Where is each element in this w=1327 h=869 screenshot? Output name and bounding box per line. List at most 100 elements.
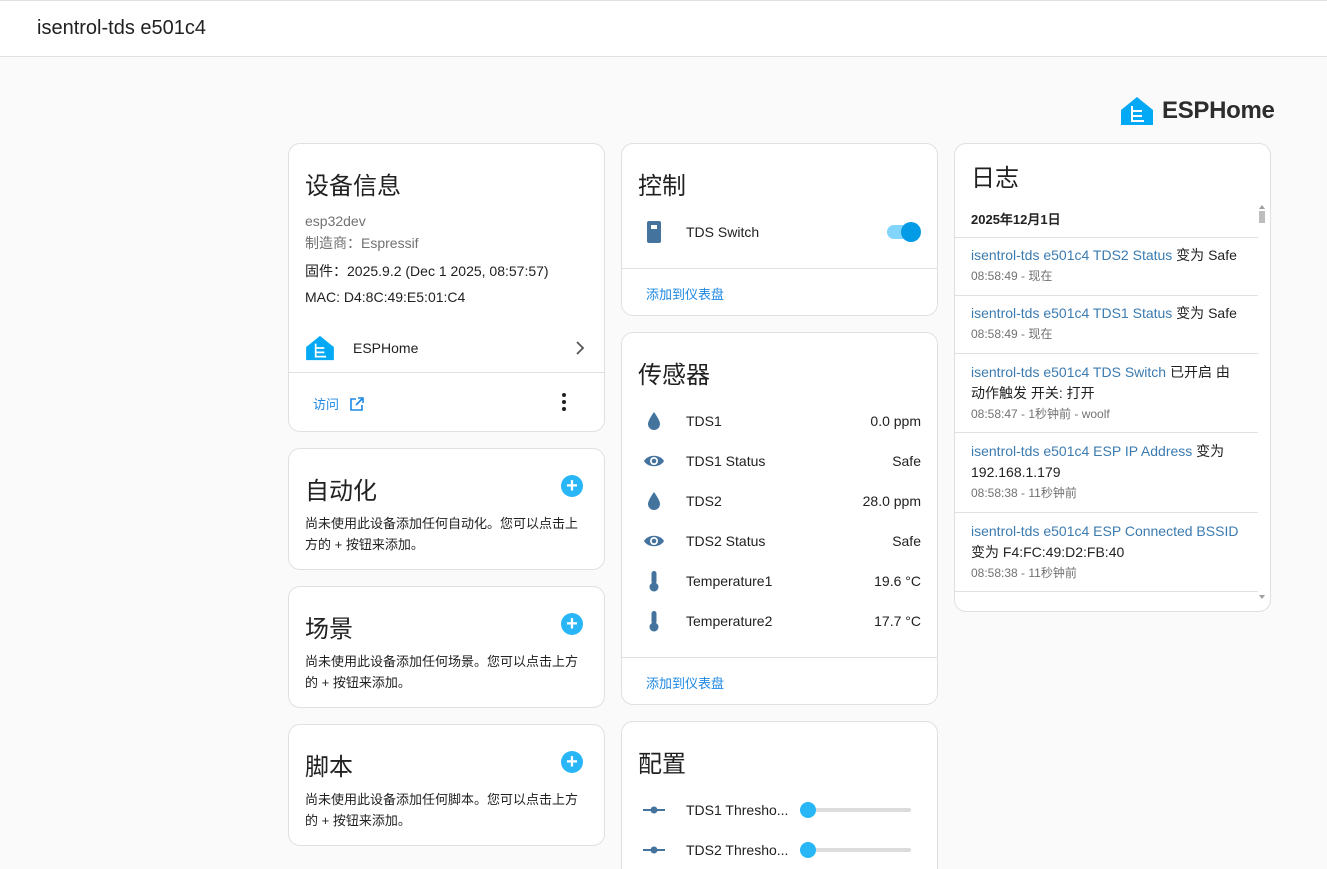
log-entry: isentrol-tds e501c4 TDS Switch 已开启 由动作触发… bbox=[955, 362, 1258, 423]
sensors-title: 传感器 bbox=[638, 362, 710, 389]
visit-label: 访问 bbox=[313, 397, 340, 412]
log-entry: isentrol-tds e501c4 ESP IP Address 变为 19… bbox=[955, 441, 1258, 502]
config-title: 配置 bbox=[638, 751, 686, 778]
sensor-name: TDS2 Status bbox=[686, 533, 766, 549]
sensor-name: TDS1 Status bbox=[686, 453, 766, 469]
log-entry: isentrol-tds e501c4 TDS1 Status 变为 Safe … bbox=[955, 303, 1258, 343]
config-name: TDS2 Thresho... bbox=[686, 842, 789, 858]
device-info-card: 设备信息 esp32dev 制造商：Espressif 固件：2025.9.2 … bbox=[288, 143, 605, 432]
integration-label: ESPHome bbox=[353, 340, 419, 356]
sensor-row[interactable]: Temperature2 17.7 °C bbox=[638, 601, 921, 641]
eye-icon bbox=[638, 534, 670, 548]
sensors-add-to-dashboard[interactable]: 添加到仪表盘 bbox=[646, 673, 724, 692]
log-time: 08:58:47 - 1秒钟前 - woolf bbox=[971, 407, 1110, 421]
sensor-row[interactable]: Temperature1 19.6 °C bbox=[638, 561, 921, 601]
switch-icon bbox=[638, 221, 670, 243]
device-manufacturer: 制造商：Espressif bbox=[305, 235, 419, 251]
log-entity-link[interactable]: isentrol-tds e501c4 TDS1 Status bbox=[971, 305, 1172, 321]
slider-icon bbox=[638, 806, 670, 814]
sensor-row[interactable]: TDS2 28.0 ppm bbox=[638, 481, 921, 521]
sensor-row[interactable]: TDS2 Status Safe bbox=[638, 521, 921, 561]
sensors-card: 传感器 TDS1 0.0 ppm TDS1 Status Safe TDS2 2… bbox=[621, 332, 938, 705]
automation-card: 自动化 + 尚未使用此设备添加任何自动化。您可以点击上方的 + 按钮来添加。 bbox=[288, 448, 605, 570]
log-entry: isentrol-tds e501c4 TDS2 Status 变为 Safe … bbox=[955, 245, 1258, 285]
slider-knob[interactable] bbox=[800, 842, 817, 858]
sensor-value: 17.7 °C bbox=[874, 613, 921, 629]
device-info-title: 设备信息 bbox=[305, 173, 401, 200]
slider-track bbox=[800, 842, 911, 858]
config-card: 配置 TDS1 Thresho... TDS2 Thresho... bbox=[621, 721, 938, 869]
sensor-value: 0.0 ppm bbox=[870, 413, 921, 429]
log-entity-link[interactable]: isentrol-tds e501c4 ESP IP Address bbox=[971, 443, 1192, 459]
logbook-card: 日志 2025年12月1日 isentrol-tds e501c4 TDS2 S… bbox=[954, 143, 1271, 612]
slider-icon bbox=[638, 846, 670, 854]
sensor-name: Temperature1 bbox=[686, 573, 773, 589]
script-card: 脚本 + 尚未使用此设备添加任何脚本。您可以点击上方的 + 按钮来添加。 bbox=[288, 724, 605, 846]
plus-icon: + bbox=[566, 613, 578, 635]
automation-title: 自动化 bbox=[305, 478, 377, 505]
plus-icon: + bbox=[566, 751, 578, 773]
sensor-row[interactable]: TDS1 0.0 ppm bbox=[638, 401, 921, 441]
sensor-name: TDS2 bbox=[686, 493, 722, 509]
scene-title: 场景 bbox=[305, 616, 353, 643]
automation-empty-text: 尚未使用此设备添加任何自动化。您可以点击上方的 + 按钮来添加。 bbox=[305, 516, 579, 552]
logbook-scrollbar[interactable] bbox=[1258, 204, 1266, 600]
esphome-house-icon bbox=[1121, 97, 1153, 125]
visit-link[interactable]: 访问 bbox=[313, 394, 365, 413]
eye-icon bbox=[638, 454, 670, 468]
sensor-value: 19.6 °C bbox=[874, 573, 921, 589]
config-row[interactable]: TDS1 Thresho... bbox=[638, 790, 921, 830]
config-name: TDS1 Thresho... bbox=[686, 802, 789, 818]
more-options-button[interactable] bbox=[559, 392, 569, 412]
sensor-row[interactable]: TDS1 Status Safe bbox=[638, 441, 921, 481]
slider-knob[interactable] bbox=[800, 802, 817, 818]
water-drop-icon bbox=[638, 411, 670, 431]
scene-empty-text: 尚未使用此设备添加任何场景。您可以点击上方的 + 按钮来添加。 bbox=[305, 654, 579, 690]
esphome-house-icon bbox=[306, 335, 334, 361]
config-row[interactable]: TDS2 Thresho... bbox=[638, 830, 921, 869]
log-time: 08:58:49 - 现在 bbox=[971, 269, 1053, 283]
scrollbar-thumb[interactable] bbox=[1259, 211, 1265, 223]
logbook-date: 2025年12月1日 bbox=[971, 212, 1061, 227]
add-script-button[interactable]: + bbox=[561, 751, 583, 773]
add-scene-button[interactable]: + bbox=[561, 613, 583, 635]
esphome-wordmark: ESPHome bbox=[1162, 97, 1275, 124]
log-time: 08:58:38 - 11秒钟前 bbox=[971, 566, 1077, 580]
thermometer-icon bbox=[638, 570, 670, 592]
device-firmware: 固件：2025.9.2 (Dec 1 2025, 08:57:57) bbox=[305, 263, 549, 279]
log-time: 08:58:38 - 11秒钟前 bbox=[971, 486, 1077, 500]
sensor-value: Safe bbox=[892, 453, 921, 469]
chevron-right-icon bbox=[576, 341, 585, 355]
thermometer-icon bbox=[638, 610, 670, 632]
control-row-tds-switch[interactable]: TDS Switch bbox=[638, 212, 921, 252]
controls-add-to-dashboard[interactable]: 添加到仪表盘 bbox=[646, 284, 724, 303]
tds1-threshold-slider[interactable] bbox=[800, 800, 921, 820]
log-message: 变为 Safe bbox=[1172, 247, 1237, 263]
more-vertical-icon bbox=[562, 393, 566, 411]
log-entity-link[interactable]: isentrol-tds e501c4 TDS2 Status bbox=[971, 247, 1172, 263]
device-model: esp32dev bbox=[305, 213, 366, 229]
water-drop-icon bbox=[638, 491, 670, 511]
scroll-down-arrow-icon bbox=[1259, 595, 1265, 599]
esphome-brand: ESPHome bbox=[1120, 96, 1275, 126]
control-name: TDS Switch bbox=[686, 224, 760, 240]
scroll-up-arrow-icon bbox=[1259, 205, 1265, 209]
tds2-threshold-slider[interactable] bbox=[800, 840, 921, 860]
scene-card: 场景 + 尚未使用此设备添加任何场景。您可以点击上方的 + 按钮来添加。 bbox=[288, 586, 605, 708]
log-entity-link[interactable]: isentrol-tds e501c4 TDS Switch bbox=[971, 364, 1166, 380]
plus-icon: + bbox=[566, 475, 578, 497]
controls-title: 控制 bbox=[638, 173, 686, 200]
logbook-title: 日志 bbox=[971, 165, 1019, 192]
slider-track bbox=[800, 802, 911, 818]
device-mac: MAC: D4:8C:49:E5:01:C4 bbox=[305, 289, 466, 305]
log-time: 08:58:49 - 现在 bbox=[971, 327, 1053, 341]
sensor-value: Safe bbox=[892, 533, 921, 549]
page-title: isentrol-tds e501c4 bbox=[37, 17, 206, 39]
add-automation-button[interactable]: + bbox=[561, 475, 583, 497]
integration-row[interactable]: ESPHome bbox=[305, 332, 588, 364]
log-entity-link[interactable]: isentrol-tds e501c4 ESP Connected BSSID bbox=[971, 523, 1238, 539]
log-message: 变为 Safe bbox=[1172, 305, 1237, 321]
tds-switch-toggle[interactable] bbox=[885, 222, 921, 242]
controls-card: 控制 TDS Switch 添加到仪表盘 bbox=[621, 143, 938, 316]
script-title: 脚本 bbox=[305, 754, 353, 781]
